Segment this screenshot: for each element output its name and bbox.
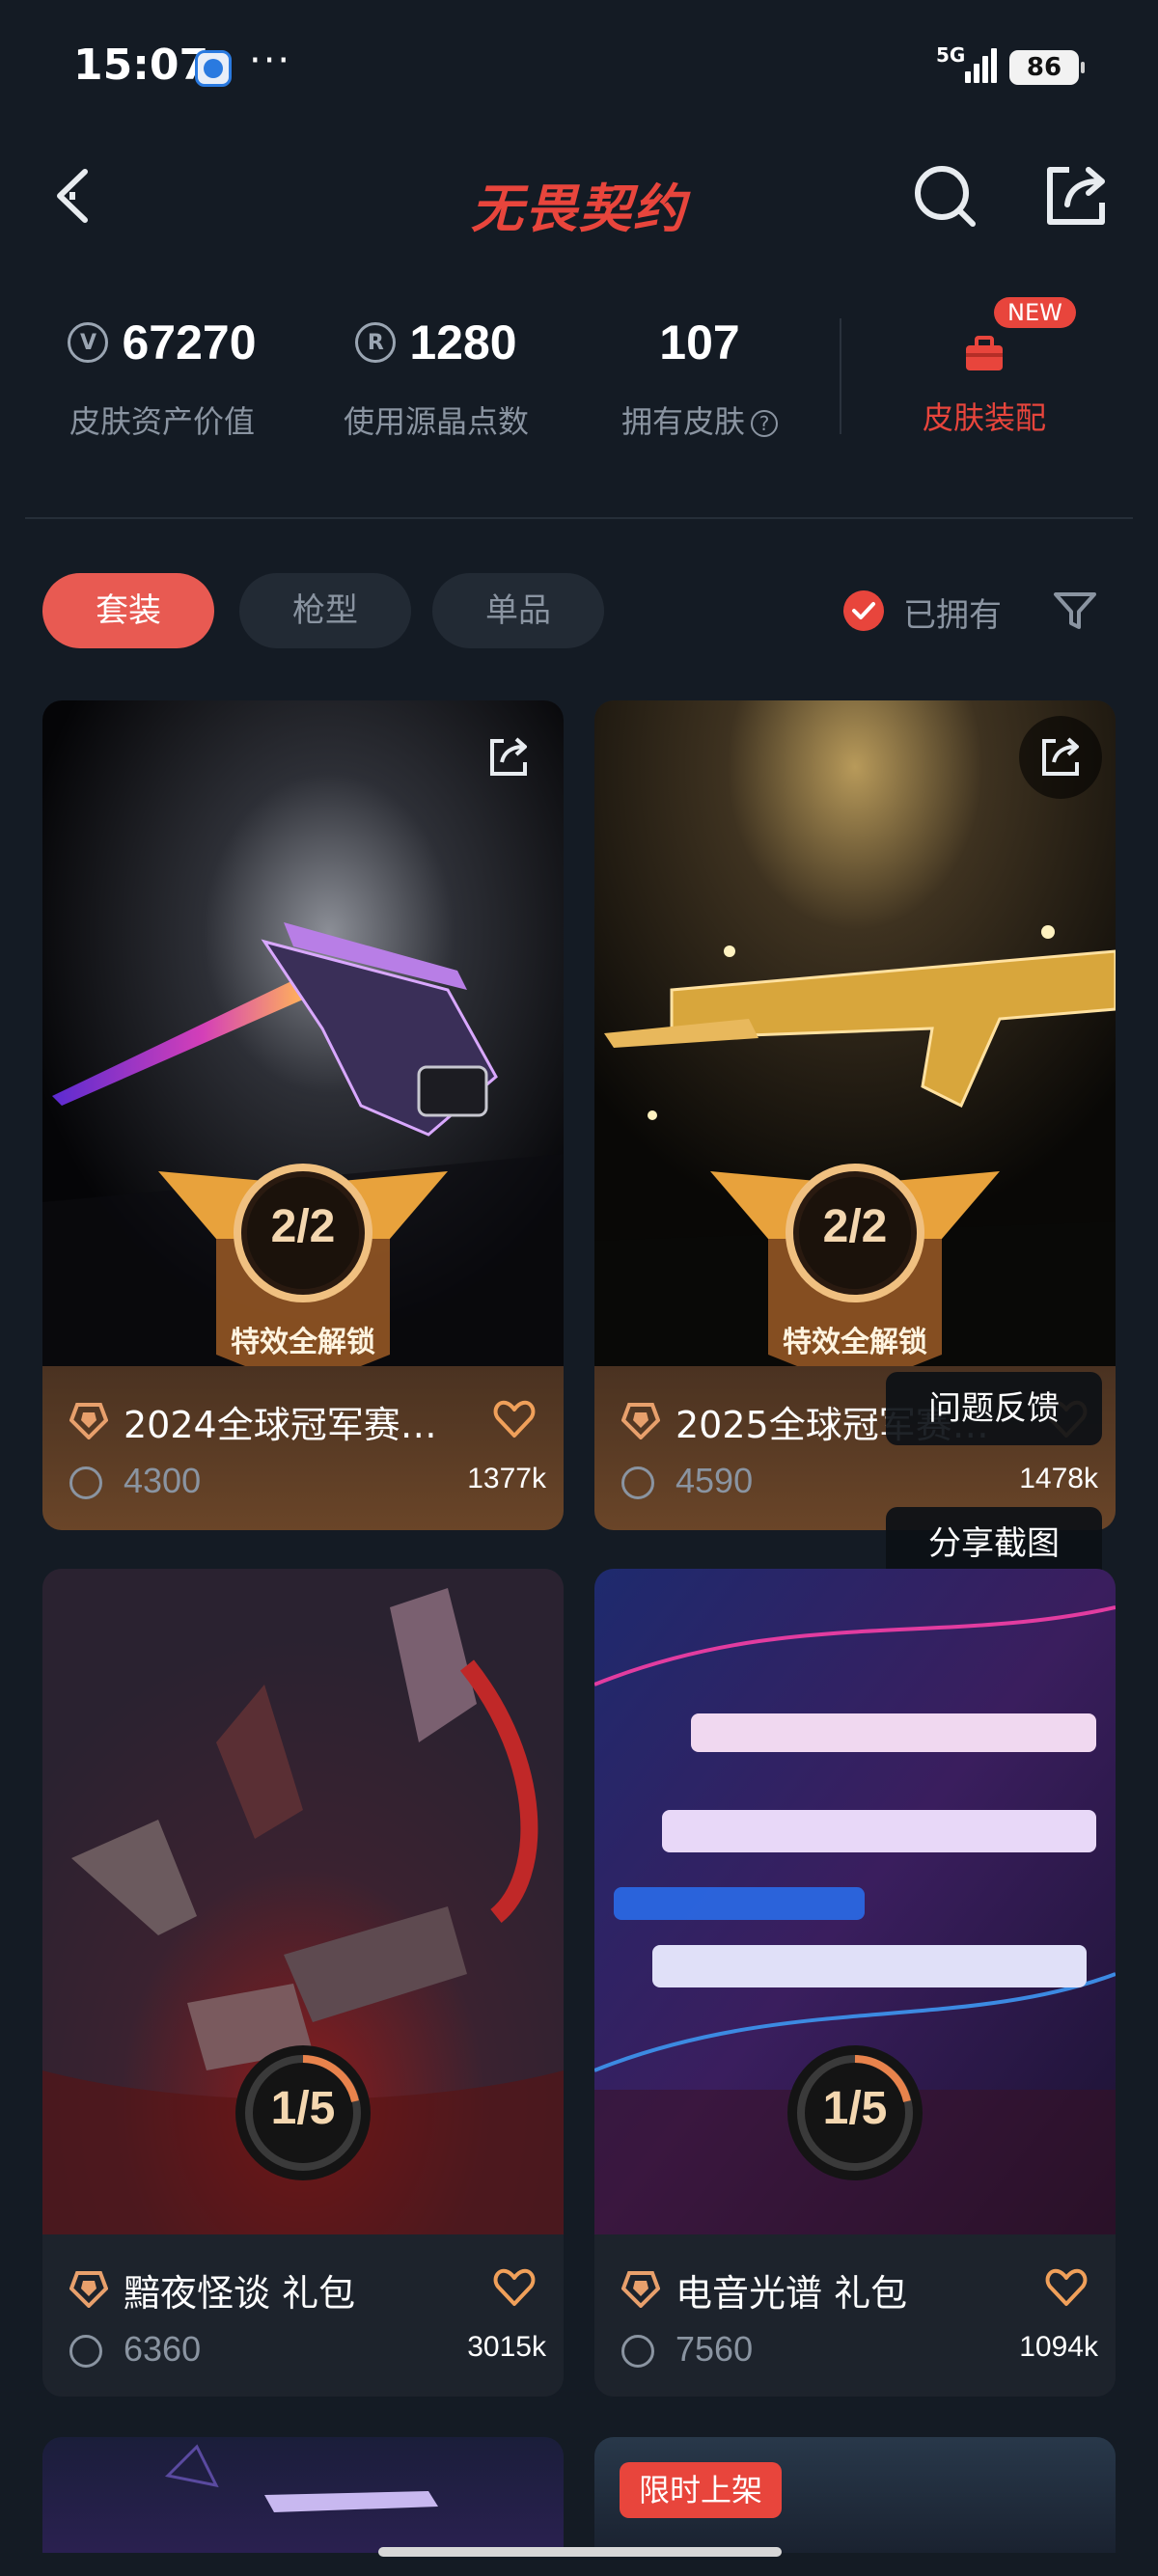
battery-indicator: 86 (1009, 50, 1085, 85)
stats-summary: V 67270 皮肤资产价值 R 1280 使用源晶点数 107 拥有皮肤? 皮… (0, 297, 1158, 453)
points-label: 使用源晶点数 (343, 403, 529, 440)
outfit-label: 皮肤装配 (922, 399, 1046, 436)
owned-skins-label: 拥有皮肤 (620, 403, 745, 440)
heart-icon[interactable] (492, 2265, 537, 2310)
tier-badge-icon (69, 2271, 108, 2308)
owned-skins-stat[interactable]: 107 拥有皮肤? (608, 309, 791, 453)
card-share-button[interactable] (467, 716, 550, 799)
vp-currency-icon (621, 1466, 654, 1499)
bundle-title: 黯夜怪谈 礼包 (124, 2272, 356, 2315)
card-info: 黯夜怪谈 礼包 6360 3015k (42, 2234, 564, 2397)
limited-time-tag: 限时上架 (620, 2462, 783, 2518)
help-icon[interactable]: ? (751, 410, 778, 437)
briefcase-icon (966, 336, 1003, 370)
owned-checkbox[interactable] (843, 590, 884, 631)
bundle-artwork (164, 2444, 438, 2512)
heart-icon[interactable] (492, 1397, 537, 1441)
like-count: 1094k (1019, 2331, 1098, 2363)
points-value: 1280 (409, 315, 517, 370)
share-icon (1042, 737, 1079, 776)
like-count: 1377k (467, 1463, 546, 1494)
bundle-price: 4590 (676, 1461, 754, 1500)
vp-currency-icon (69, 1466, 102, 1499)
owned-skins-value: 107 (659, 315, 740, 370)
stats-divider (840, 318, 841, 434)
tab-single-item[interactable]: 单品 (432, 573, 604, 648)
top-navigation: 无畏契约 (0, 145, 1158, 251)
progress-count: 2/2 (270, 1201, 336, 1252)
search-icon (915, 166, 976, 227)
signal-icon (965, 48, 998, 83)
share-icon (1047, 167, 1105, 225)
unlock-caption: 特效全解锁 (783, 1326, 927, 1359)
tab-suits[interactable]: 套装 (42, 573, 214, 648)
check-icon (852, 602, 875, 619)
bundle-card[interactable]: 1/5 黯夜怪谈 礼包 6360 3015k (42, 1569, 564, 2397)
app-title: 无畏契约 (471, 178, 687, 239)
tier-badge-icon (621, 1403, 660, 1439)
owned-filter-label: 已拥有 (903, 596, 1002, 635)
share-icon (490, 737, 527, 776)
bundle-price: 6360 (124, 2329, 202, 2369)
filter-bar: 套装 枪型 单品 已拥有 (0, 573, 1158, 650)
outfit-entry[interactable]: 皮肤装配 NEW (878, 297, 1090, 453)
filter-button[interactable] (1050, 585, 1100, 635)
bundle-price: 7560 (676, 2329, 754, 2369)
divider (25, 517, 1133, 519)
asset-value-stat: V 67270 皮肤资产价值 (54, 309, 270, 453)
progress-count: 2/2 (822, 1201, 888, 1252)
vp-currency-icon (69, 2335, 102, 2368)
status-bar: 15:07 ··· 5G 86 (0, 0, 1158, 135)
new-badge: NEW (994, 297, 1076, 328)
feedback-button[interactable]: 问题反馈 (886, 1372, 1102, 1445)
card-info: 2024全球冠军赛… 4300 1377k (42, 1366, 564, 1530)
bundle-card[interactable]: 1/5 电音光谱 礼包 7560 1094k (594, 1569, 1116, 2397)
tier-badge-icon (621, 2271, 660, 2308)
asset-value-label: 皮肤资产价值 (69, 403, 255, 440)
share-button[interactable] (1040, 160, 1112, 232)
progress-count: 1/5 (270, 2083, 336, 2134)
asset-value: 67270 (122, 315, 257, 370)
bundle-card[interactable]: 2/2 特效全解锁 2024全球冠军赛… 4300 1377k (42, 700, 564, 1530)
tab-gun-type[interactable]: 枪型 (239, 573, 411, 648)
bundle-price: 4300 (124, 1461, 202, 1500)
filter-icon (1054, 592, 1096, 629)
progress-emblem: 2/2 特效全解锁 (158, 1162, 448, 1393)
points-stat: R 1280 使用源晶点数 (328, 309, 544, 453)
progress-count: 1/5 (822, 2083, 888, 2134)
card-info: 电音光谱 礼包 7560 1094k (594, 2234, 1116, 2397)
vp-currency-icon (621, 2335, 654, 2368)
heart-icon[interactable] (1044, 2265, 1089, 2310)
progress-emblem: 2/2 特效全解锁 (710, 1162, 1000, 1393)
more-notifications-icon: ··· (249, 39, 292, 83)
progress-ring: 1/5 (232, 2042, 374, 2184)
status-time: 15:07 (73, 41, 209, 90)
vp-currency-icon: V (68, 322, 109, 363)
like-count: 3015k (467, 2331, 546, 2363)
tier-badge-icon (69, 1403, 108, 1439)
radianite-icon: R (355, 322, 397, 363)
home-indicator[interactable] (378, 2547, 782, 2557)
app-notification-icon (195, 50, 232, 87)
network-type: 5G (936, 43, 966, 67)
bundle-title: 电音光谱 礼包 (676, 2272, 908, 2315)
unlock-caption: 特效全解锁 (231, 1326, 375, 1359)
search-button[interactable] (909, 160, 980, 232)
like-count: 1478k (1019, 1463, 1098, 1494)
bundle-card[interactable] (42, 2437, 564, 2553)
bundle-title: 2024全球冠军赛… (124, 1404, 437, 1446)
card-share-button[interactable] (1019, 716, 1102, 799)
progress-ring: 1/5 (784, 2042, 926, 2184)
